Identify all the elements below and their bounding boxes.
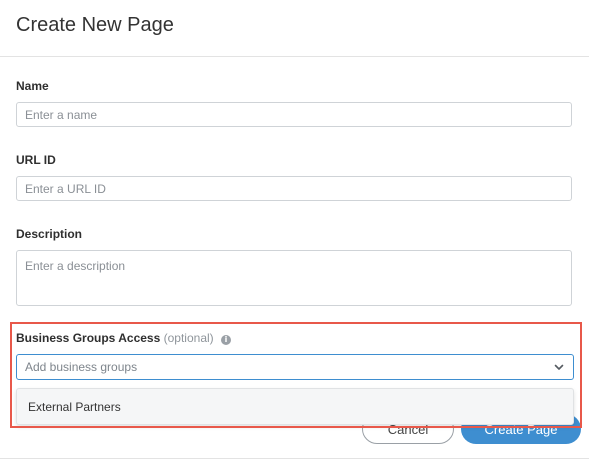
chevron-down-icon[interactable] xyxy=(553,361,565,373)
dialog-header: Create New Page xyxy=(0,0,589,57)
business-groups-label: Business Groups Access (optional) i xyxy=(16,331,231,345)
name-label: Name xyxy=(16,79,49,93)
business-groups-label-text: Business Groups Access xyxy=(16,331,161,345)
dropdown-option[interactable]: External Partners xyxy=(28,400,121,414)
info-icon[interactable]: i xyxy=(221,335,231,345)
description-label: Description xyxy=(16,227,83,241)
description-textarea[interactable] xyxy=(16,250,572,306)
business-groups-input[interactable] xyxy=(25,355,525,379)
url-id-input[interactable] xyxy=(16,176,572,201)
url-id-label: URL ID xyxy=(16,153,56,167)
business-groups-select[interactable] xyxy=(16,354,574,380)
optional-label: (optional) xyxy=(163,331,214,345)
name-input[interactable] xyxy=(16,102,572,127)
business-groups-dropdown: External Partners xyxy=(16,388,574,425)
dialog-title: Create New Page xyxy=(16,14,174,36)
